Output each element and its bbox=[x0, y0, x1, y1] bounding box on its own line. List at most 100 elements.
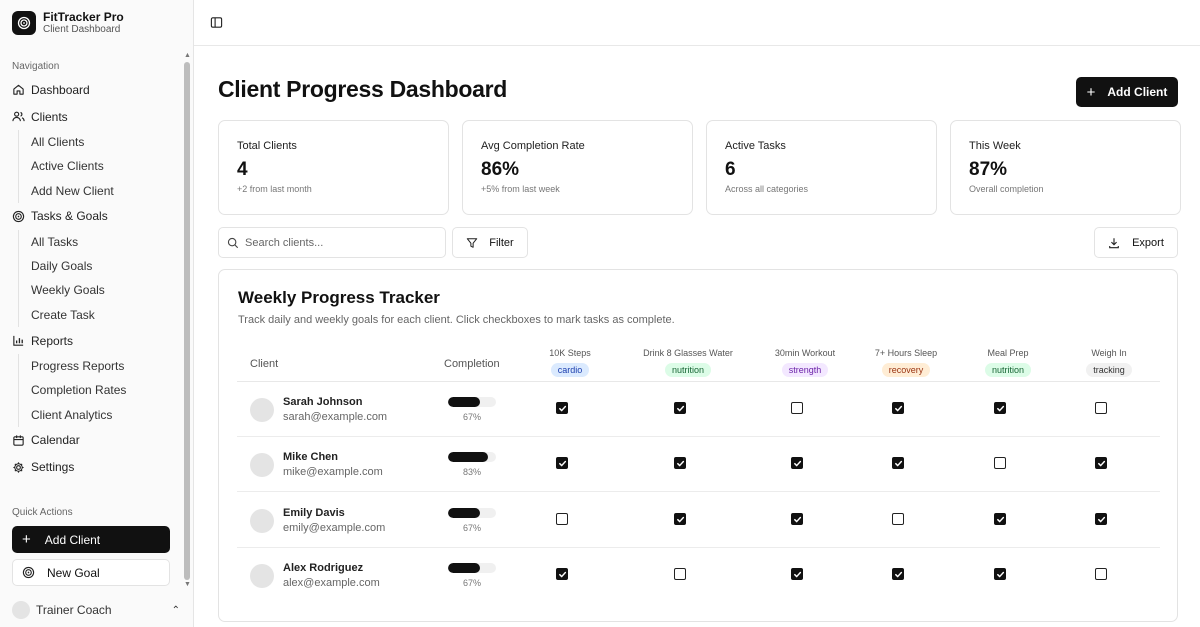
task-checkbox[interactable] bbox=[892, 513, 904, 525]
tracker-title: Weekly Progress Tracker bbox=[238, 288, 440, 307]
sidebar-item-reports[interactable]: Reports bbox=[0, 327, 182, 354]
task-checkbox[interactable] bbox=[556, 513, 568, 525]
sidebar-item-create-task[interactable]: Create Task bbox=[31, 303, 182, 327]
check-icon bbox=[676, 516, 684, 522]
task-checkbox[interactable] bbox=[791, 513, 803, 525]
brand-subtitle: Client Dashboard bbox=[43, 24, 121, 35]
sidebar-item-progress-reports[interactable]: Progress Reports bbox=[31, 354, 182, 378]
task-name: 10K Steps bbox=[549, 348, 591, 358]
stat-card-active-tasks: Active Tasks 6 Across all categories bbox=[706, 120, 937, 215]
stat-card-this-week: This Week 87% Overall completion bbox=[950, 120, 1181, 215]
scroll-up-icon[interactable]: ▲ bbox=[184, 52, 191, 59]
filter-button[interactable]: Filter bbox=[452, 227, 528, 258]
client-email: mike@example.com bbox=[283, 466, 383, 478]
task-checkbox[interactable] bbox=[994, 513, 1006, 525]
sidebar-toggle-icon[interactable] bbox=[210, 16, 223, 29]
completion-percent: 67% bbox=[462, 578, 481, 588]
task-checkbox[interactable] bbox=[791, 568, 803, 580]
reports-submenu: Progress Reports Completion Rates Client… bbox=[18, 354, 182, 427]
export-button[interactable]: Export bbox=[1094, 227, 1178, 258]
filter-label: Filter bbox=[489, 236, 514, 249]
client-name: Sarah Johnson bbox=[283, 396, 363, 408]
task-checkbox[interactable] bbox=[994, 568, 1006, 580]
scroll-thumb[interactable] bbox=[184, 62, 190, 580]
row-divider bbox=[237, 491, 1160, 492]
stat-subtext: Overall completion bbox=[969, 184, 1044, 194]
avatar bbox=[250, 509, 274, 533]
task-checkbox[interactable] bbox=[1095, 513, 1107, 525]
completion-progress-fill bbox=[448, 397, 481, 407]
task-checkbox[interactable] bbox=[892, 568, 904, 580]
stat-label: Active Tasks bbox=[725, 140, 786, 152]
completion-progress-bar bbox=[448, 452, 496, 462]
task-checkbox[interactable] bbox=[994, 402, 1006, 414]
check-icon bbox=[558, 460, 566, 466]
sidebar-item-active-clients[interactable]: Active Clients bbox=[31, 154, 182, 178]
category-badge: strength bbox=[781, 363, 829, 377]
target-icon bbox=[12, 210, 25, 223]
quick-new-goal-button[interactable]: New Goal bbox=[12, 559, 170, 586]
sidebar-item-all-clients[interactable]: All Clients bbox=[31, 130, 182, 154]
sidebar-item-completion-rates[interactable]: Completion Rates bbox=[31, 378, 182, 402]
stat-subtext: Across all categories bbox=[725, 184, 809, 194]
sidebar-item-weekly-goals[interactable]: Weekly Goals bbox=[31, 278, 182, 302]
column-header-task: 10K Steps cardio bbox=[510, 348, 630, 378]
search-box[interactable] bbox=[218, 227, 446, 258]
quick-add-client-button[interactable]: + Add Client bbox=[12, 526, 170, 553]
download-icon bbox=[1109, 237, 1119, 248]
column-header-completion: Completion bbox=[444, 358, 500, 370]
task-checkbox[interactable] bbox=[556, 402, 568, 414]
sidebar-item-tasks-goals[interactable]: Tasks & Goals bbox=[0, 203, 182, 230]
clients-submenu: All Clients Active Clients Add New Clien… bbox=[18, 130, 182, 203]
brand[interactable]: FitTracker Pro Client Dashboard bbox=[0, 0, 193, 46]
task-name: Drink 8 Glasses Water bbox=[643, 348, 733, 358]
task-checkbox[interactable] bbox=[892, 457, 904, 469]
sidebar-item-label: Clients bbox=[31, 109, 68, 124]
task-checkbox[interactable] bbox=[674, 457, 686, 469]
task-checkbox[interactable] bbox=[1095, 568, 1107, 580]
stat-subtext: +5% from last week bbox=[481, 184, 560, 194]
client-name: Mike Chen bbox=[283, 451, 339, 463]
brand-name: FitTracker Pro bbox=[43, 10, 124, 24]
sidebar-item-client-analytics[interactable]: Client Analytics bbox=[31, 403, 182, 427]
stat-subtext: +2 from last month bbox=[237, 184, 312, 194]
stats-row: Total Clients 4 +2 from last month Avg C… bbox=[218, 120, 1181, 215]
sidebar-item-clients[interactable]: Clients bbox=[0, 103, 182, 130]
sidebar-item-settings[interactable]: Settings bbox=[0, 454, 182, 481]
page-title: Client Progress Dashboard bbox=[218, 76, 508, 102]
task-checkbox[interactable] bbox=[674, 513, 686, 525]
category-badge: nutrition bbox=[984, 363, 1032, 377]
quick-actions: Quick Actions + Add Client New Goal bbox=[0, 504, 182, 586]
task-checkbox[interactable] bbox=[994, 457, 1006, 469]
task-checkbox[interactable] bbox=[791, 457, 803, 469]
bar-chart-icon bbox=[13, 335, 24, 346]
task-checkbox[interactable] bbox=[556, 457, 568, 469]
search-input[interactable] bbox=[245, 236, 435, 249]
user-menu[interactable]: Trainer Coach ⌃ bbox=[0, 598, 194, 622]
task-checkbox[interactable] bbox=[556, 568, 568, 580]
app: FitTracker Pro Client Dashboard Navigati… bbox=[0, 0, 1200, 627]
column-header-client: Client bbox=[250, 358, 279, 370]
table-row: Mike Chen mike@example.com 83% bbox=[237, 437, 1160, 492]
scroll-down-icon[interactable]: ▼ bbox=[184, 581, 191, 588]
sidebar-item-daily-goals[interactable]: Daily Goals bbox=[31, 254, 182, 278]
task-checkbox[interactable] bbox=[1095, 402, 1107, 414]
task-checkbox[interactable] bbox=[892, 402, 904, 414]
task-checkbox[interactable] bbox=[1095, 457, 1107, 469]
task-checkbox[interactable] bbox=[791, 402, 803, 414]
task-checkbox[interactable] bbox=[674, 402, 686, 414]
sidebar-item-add-new-client[interactable]: Add New Client bbox=[31, 179, 182, 203]
check-icon bbox=[996, 405, 1004, 411]
quick-new-goal-label: New Goal bbox=[47, 565, 100, 580]
add-client-button[interactable]: + Add Client bbox=[1076, 77, 1178, 107]
sidebar-item-all-tasks[interactable]: All Tasks bbox=[31, 230, 182, 254]
category-badge: recovery bbox=[881, 363, 931, 377]
sidebar-item-label: Tasks & Goals bbox=[31, 209, 108, 224]
table-row: Alex Rodriguez alex@example.com 67% bbox=[237, 548, 1160, 603]
sidebar-item-calendar[interactable]: Calendar bbox=[0, 427, 182, 454]
task-checkbox[interactable] bbox=[674, 568, 686, 580]
chevron-up-icon: ⌃ bbox=[171, 604, 180, 616]
sidebar-item-dashboard[interactable]: Dashboard bbox=[0, 76, 182, 103]
sidebar-scrollbar[interactable]: ▲ ▼ bbox=[183, 52, 191, 592]
avatar bbox=[250, 398, 274, 422]
